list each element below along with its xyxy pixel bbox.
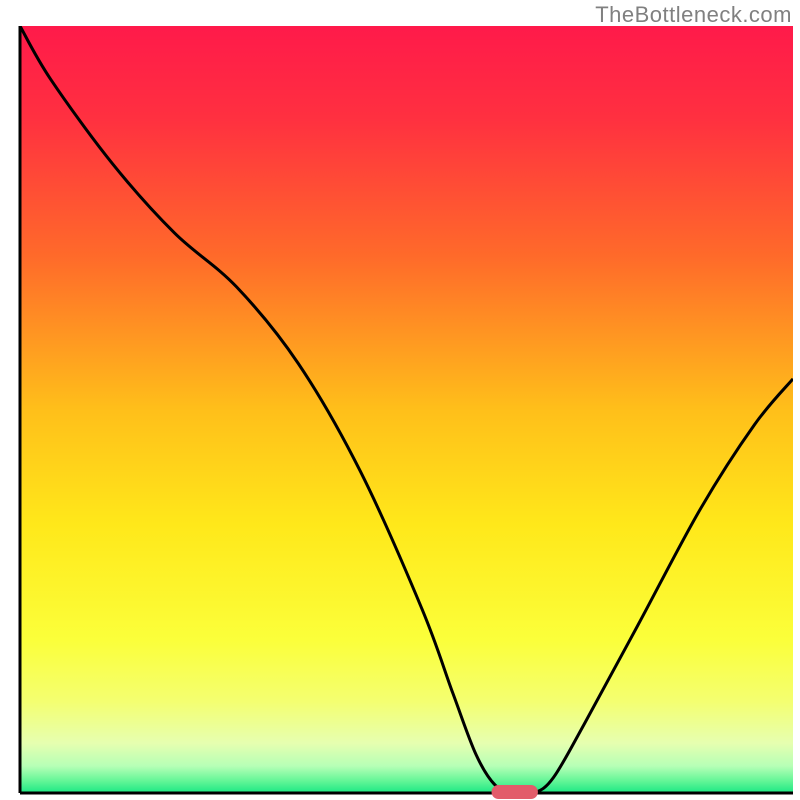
gradient-background: [20, 26, 793, 793]
sweet-spot-marker: [492, 785, 538, 799]
chart-container: TheBottleneck.com: [0, 0, 800, 800]
bottleneck-chart: [0, 0, 800, 800]
watermark-text: TheBottleneck.com: [595, 2, 792, 28]
